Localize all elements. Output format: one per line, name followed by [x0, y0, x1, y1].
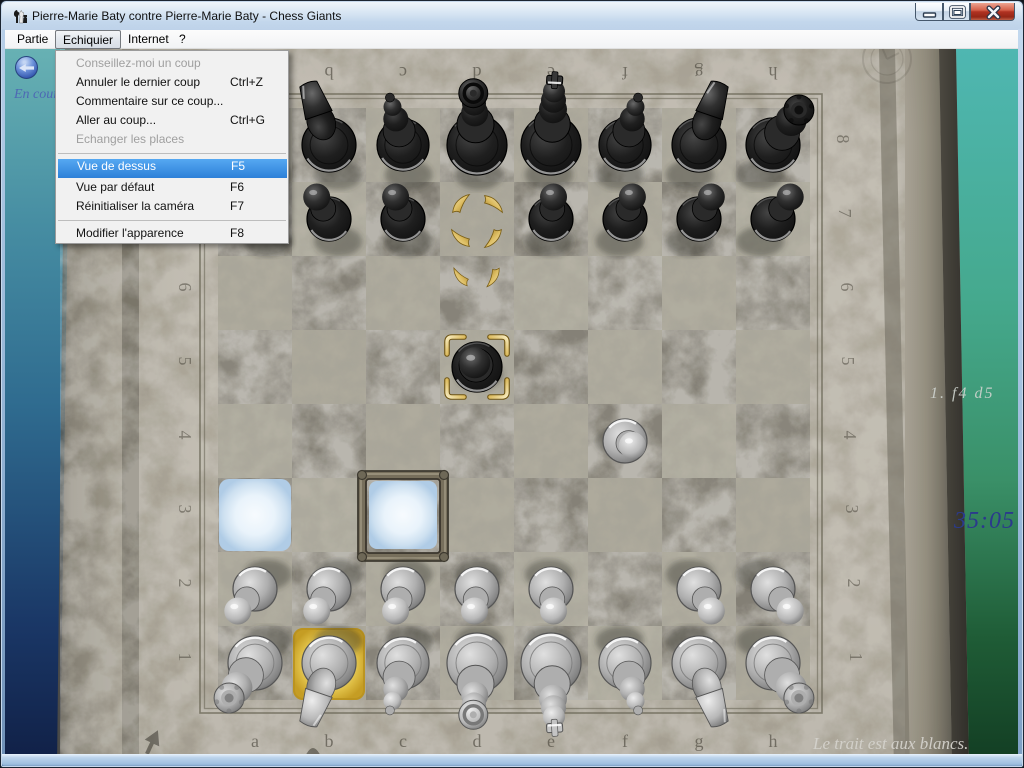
svg-text:b: b	[325, 63, 334, 83]
svg-text:3: 3	[842, 505, 862, 514]
svg-text:h: h	[769, 63, 778, 83]
svg-text:f: f	[622, 731, 628, 751]
svg-text:h: h	[769, 731, 778, 751]
svg-text:d: d	[473, 731, 482, 751]
svg-text:6: 6	[175, 283, 195, 292]
svg-text:1. f4 d5: 1. f4 d5	[930, 385, 994, 402]
svg-text:g: g	[695, 63, 704, 83]
svg-text:1: 1	[175, 653, 195, 662]
svg-text:4: 4	[840, 431, 860, 440]
svg-text:4: 4	[175, 431, 195, 440]
svg-text:6: 6	[837, 283, 857, 292]
svg-text:1: 1	[846, 653, 866, 662]
svg-text:8: 8	[833, 135, 853, 144]
svg-text:c: c	[399, 731, 407, 751]
svg-text:a: a	[251, 731, 259, 751]
svg-text:5: 5	[838, 357, 858, 366]
svg-text:5: 5	[175, 357, 195, 366]
svg-text:f: f	[622, 63, 628, 83]
svg-text:g: g	[695, 731, 704, 751]
svg-text:3: 3	[175, 505, 195, 514]
svg-text:2: 2	[175, 579, 195, 588]
svg-text:Le trait est aux blancs.: Le trait est aux blancs.	[812, 734, 968, 753]
svg-text:7: 7	[835, 209, 855, 218]
svg-text:c: c	[399, 63, 407, 83]
svg-text:35:05: 35:05	[953, 508, 1015, 534]
svg-text:2: 2	[844, 579, 864, 588]
svg-text:b: b	[325, 731, 334, 751]
